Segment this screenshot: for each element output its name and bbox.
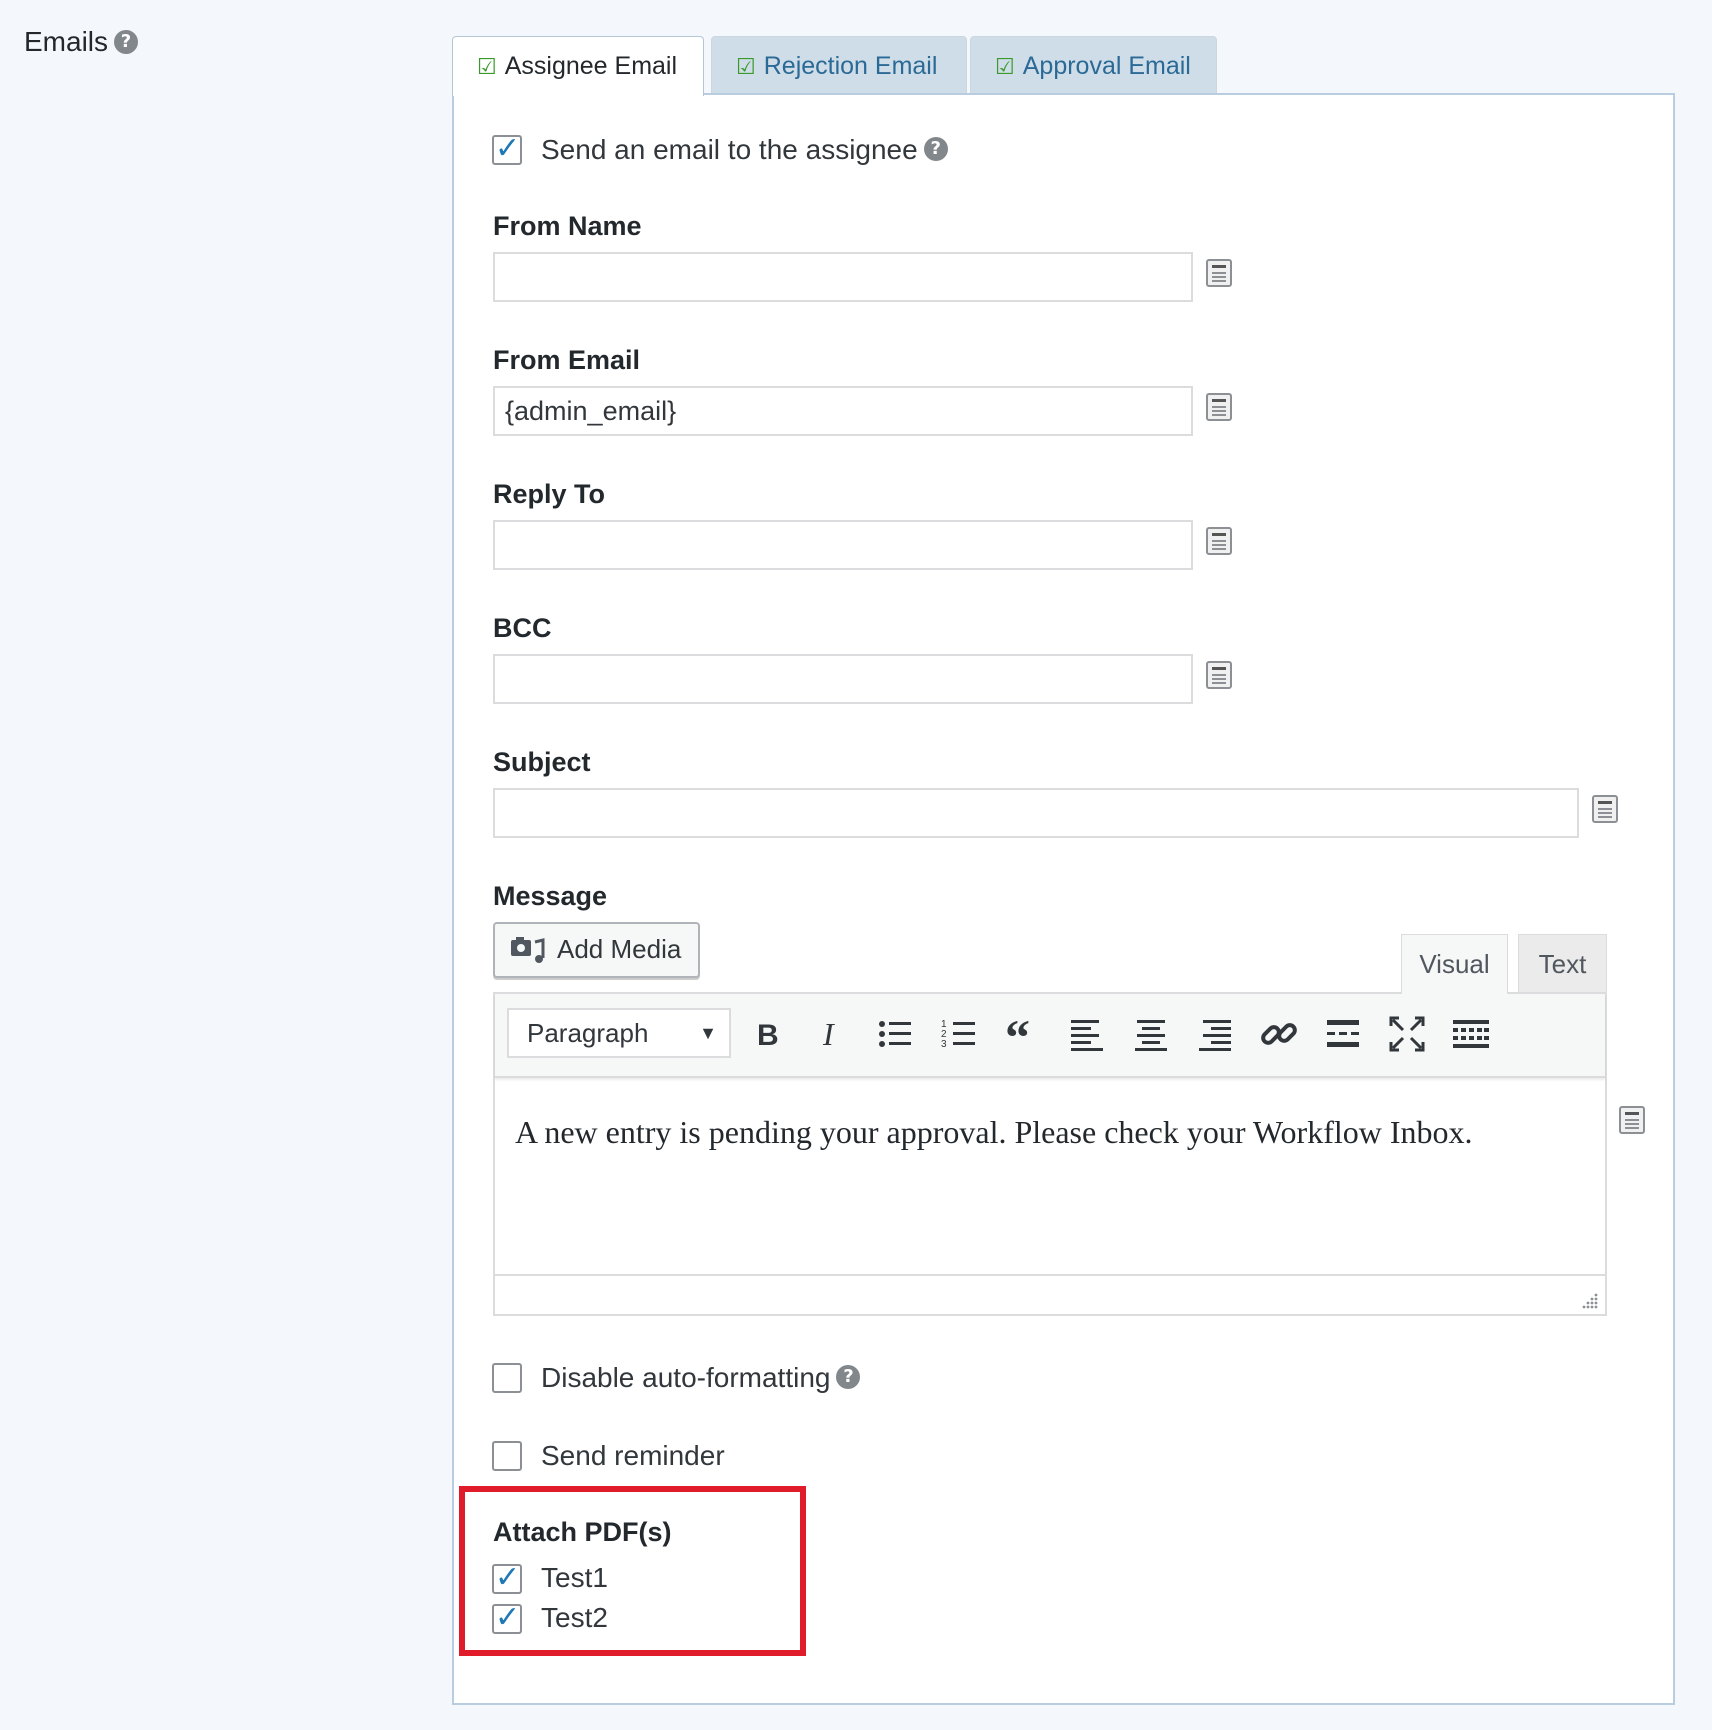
reply-to-label: Reply To (493, 479, 606, 509)
section-label-text: Emails (24, 26, 109, 57)
section-label: Emails? (24, 26, 139, 58)
bcc-label: BCC (493, 613, 552, 643)
subject-label: Subject (493, 747, 591, 777)
add-media-label: Add Media (557, 934, 682, 964)
link-icon[interactable] (1257, 1012, 1301, 1056)
align-left-icon[interactable] (1065, 1012, 1109, 1056)
disable-autoformat-label: Disable auto-formatting? (541, 1362, 861, 1394)
merge-tag-icon[interactable] (1206, 393, 1232, 421)
merge-tag-icon[interactable] (1206, 259, 1232, 287)
align-right-icon[interactable] (1193, 1012, 1237, 1056)
align-center-icon[interactable] (1129, 1012, 1173, 1056)
bold-icon[interactable]: B (745, 1012, 789, 1056)
merge-tag-icon[interactable] (1206, 661, 1232, 689)
send-reminder-label: Send reminder (541, 1440, 725, 1471)
send-email-label: Send an email to the assignee? (541, 134, 948, 166)
disable-autoformat-checkbox[interactable] (492, 1363, 522, 1393)
numbered-list-icon[interactable]: 123 (937, 1012, 981, 1056)
editor-status-bar (495, 1274, 1605, 1314)
merge-tag-icon[interactable] (1206, 527, 1232, 555)
message-label: Message (493, 881, 608, 911)
tab-label: Approval Email (1022, 52, 1191, 80)
help-icon[interactable]: ? (114, 29, 139, 54)
tab-label: Assignee Email (504, 52, 678, 80)
help-icon[interactable]: ? (836, 1364, 861, 1389)
read-more-icon[interactable] (1321, 1012, 1365, 1056)
merge-tag-icon[interactable] (1592, 795, 1618, 823)
add-media-button[interactable]: Add Media (493, 922, 700, 978)
from-name-label: From Name (493, 211, 642, 241)
svg-text:“: “ (1005, 1012, 1030, 1056)
bcc-input[interactable] (493, 654, 1193, 704)
merge-tag-icon[interactable] (1619, 1106, 1645, 1134)
help-icon[interactable]: ? (923, 136, 948, 161)
message-editor[interactable]: Paragraph ▼ B I 123 “ A new entry is pen… (493, 992, 1607, 1316)
send-reminder-checkbox[interactable] (492, 1441, 522, 1471)
bullet-list-icon[interactable] (873, 1012, 917, 1056)
tab-rejection-email[interactable]: ☑ Rejection Email (711, 36, 967, 94)
tab-text[interactable]: Text (1518, 934, 1607, 992)
toolbar-toggle-icon[interactable] (1449, 1012, 1493, 1056)
svg-text:3: 3 (941, 1039, 947, 1050)
message-content[interactable]: A new entry is pending your approval. Pl… (515, 1114, 1473, 1151)
check-icon: ☑ (995, 54, 1015, 79)
tab-visual[interactable]: Visual (1401, 934, 1508, 994)
fullscreen-icon[interactable] (1385, 1012, 1429, 1056)
send-email-checkbox[interactable]: ✓ (492, 131, 522, 166)
check-icon: ☑ (477, 54, 497, 79)
highlight-box (459, 1486, 806, 1656)
italic-icon[interactable]: I (809, 1012, 853, 1056)
check-icon: ☑ (736, 54, 756, 79)
svg-text:B: B (757, 1019, 779, 1052)
format-select[interactable]: Paragraph ▼ (507, 1008, 731, 1058)
from-name-input[interactable] (493, 252, 1193, 302)
tab-assignee-email[interactable]: ☑ Assignee Email (452, 36, 704, 96)
format-select-value: Paragraph (527, 1018, 649, 1048)
from-email-input[interactable] (493, 386, 1193, 436)
tab-label: Rejection Email (763, 52, 938, 80)
send-email-label-text: Send an email to the assignee (541, 134, 918, 165)
chevron-down-icon: ▼ (699, 1023, 717, 1043)
checkmark-icon: ✓ (495, 131, 521, 166)
svg-text:I: I (822, 1016, 835, 1052)
disable-autoformat-label-text: Disable auto-formatting (541, 1362, 831, 1393)
resize-handle-icon[interactable] (1579, 1290, 1599, 1310)
blockquote-icon[interactable]: “ (1001, 1009, 1045, 1065)
tab-approval-email[interactable]: ☑ Approval Email (970, 36, 1217, 94)
media-icon (511, 937, 545, 963)
reply-to-input[interactable] (493, 520, 1193, 570)
subject-input[interactable] (493, 788, 1579, 838)
editor-toolbar: Paragraph ▼ B I 123 “ (495, 994, 1605, 1078)
from-email-label: From Email (493, 345, 641, 375)
